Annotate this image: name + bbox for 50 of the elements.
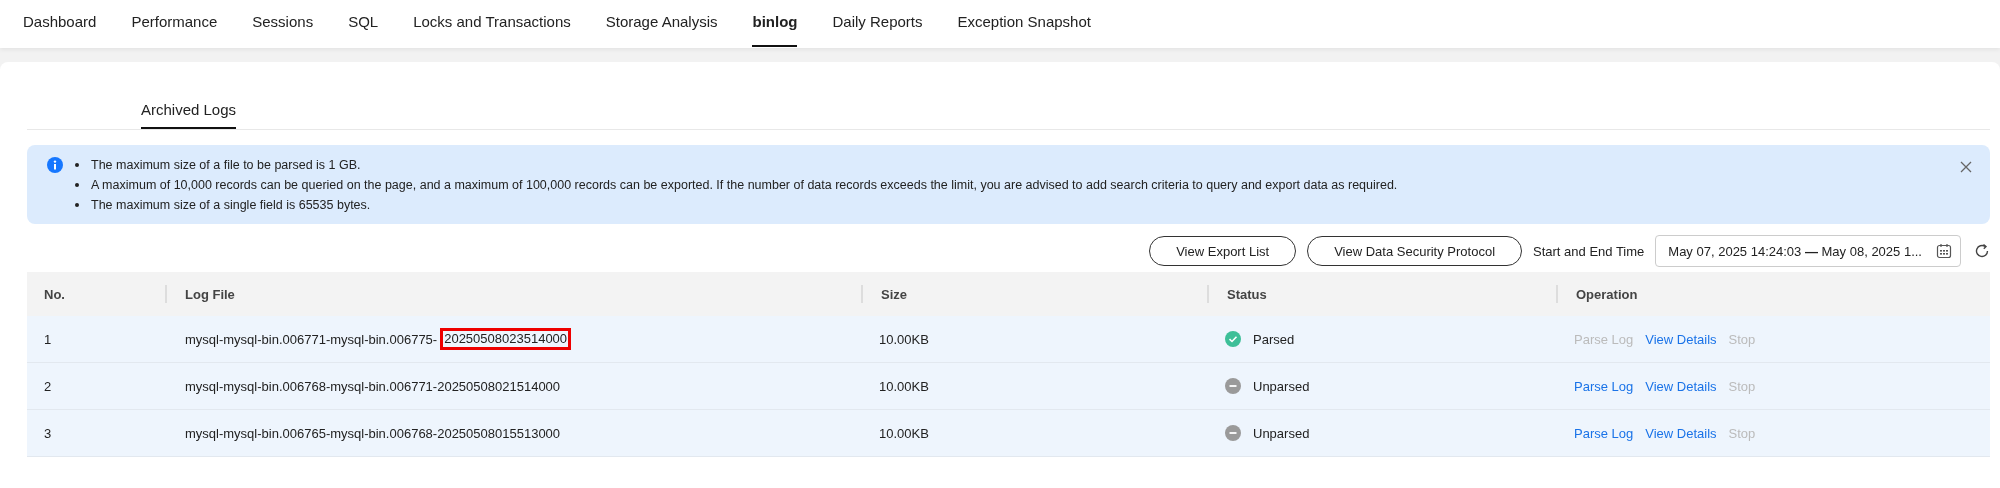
nav-tab[interactable]: Daily Reports	[832, 0, 923, 47]
nav-tab[interactable]: Storage Analysis	[605, 0, 718, 47]
time-label: Start and End Time	[1533, 243, 1645, 259]
column-header: Operation	[1576, 286, 1638, 302]
bullet-icon	[75, 203, 79, 207]
check-circle-icon	[1225, 331, 1241, 347]
column-header: Log File	[185, 286, 235, 302]
info-icon	[47, 157, 63, 173]
log-file-name: mysql-mysql-bin.006771-mysql-bin.006775-	[185, 331, 438, 347]
notice-text: The maximum size of a file to be parsed is 1 GB.	[91, 157, 361, 174]
refresh-icon[interactable]	[1974, 243, 1990, 259]
status-text: Unparsed	[1253, 378, 1310, 394]
nav-tab[interactable]: binlog	[752, 0, 798, 47]
status-text: Parsed	[1253, 331, 1295, 347]
table-cell: 3	[44, 425, 52, 441]
nav-tab[interactable]: Dashboard	[23, 0, 97, 47]
date-range-field[interactable]: May 07, 2025 14:24:03 — May 08, 2025 1...	[1655, 235, 1961, 267]
table-cell: 1	[44, 331, 52, 347]
highlighted-timestamp: 20250508023514000	[440, 328, 572, 350]
log-file-name: mysql-mysql-bin.006765-mysql-bin.006768-20250508015513000	[185, 425, 561, 441]
column-header: No.	[44, 286, 65, 302]
sub-tab[interactable]: Archived Logs	[141, 96, 237, 129]
table-cell: 2	[44, 378, 52, 394]
table-cell: 10.00KB	[879, 331, 929, 347]
operation-link[interactable]: View Details	[1645, 425, 1717, 441]
toolbar-button[interactable]: View Data Security Protocol	[1307, 236, 1523, 266]
status-text: Unparsed	[1253, 425, 1310, 441]
nav-tab[interactable]: Performance	[131, 0, 218, 47]
notice-text: The maximum size of a single field is 65535 bytes.	[91, 197, 371, 214]
table-cell: 10.00KB	[879, 425, 929, 441]
operation-link[interactable]: Parse Log	[1574, 378, 1634, 394]
column-header: Size	[881, 286, 907, 302]
operation-link[interactable]: View Details	[1645, 331, 1717, 347]
nav-tab[interactable]: Sessions	[252, 0, 314, 47]
operation-link[interactable]: View Details	[1645, 378, 1717, 394]
operation-link[interactable]: Parse Log	[1574, 425, 1634, 441]
log-file-name: mysql-mysql-bin.006768-mysql-bin.006771-20250508021514000	[185, 378, 561, 394]
nav-tab[interactable]: Locks and Transactions	[413, 0, 571, 47]
notice-text: A maximum of 10,000 records can be queried on the page, and a maximum of 100,000 records can be exported. If the number of data records exceeds the limit, you are advised to add search criteria to query and export data as required.	[91, 177, 1398, 194]
bullet-icon	[75, 183, 79, 187]
table-cell: 10.00KB	[879, 378, 929, 394]
nav-tab[interactable]: SQL	[348, 0, 379, 47]
bullet-icon	[75, 163, 79, 167]
calendar-icon	[1936, 243, 1952, 259]
toolbar-button[interactable]: View Export List	[1149, 236, 1297, 266]
column-header: Status	[1227, 286, 1267, 302]
nav-tab[interactable]: Exception Snapshot	[957, 0, 1091, 47]
close-icon[interactable]	[1960, 161, 1972, 173]
minus-circle-icon	[1225, 378, 1241, 394]
minus-circle-icon	[1225, 425, 1241, 441]
